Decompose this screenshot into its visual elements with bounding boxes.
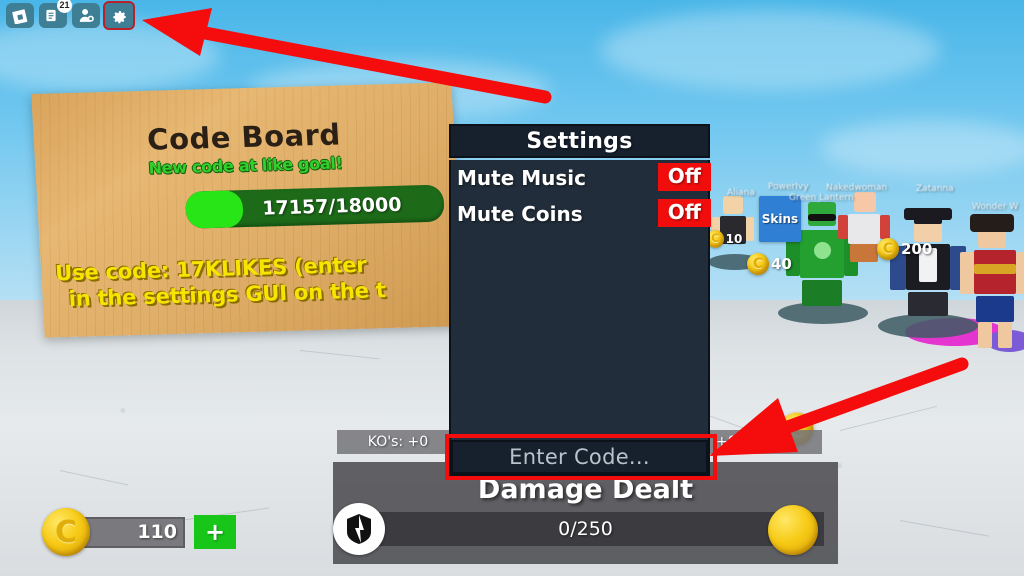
coin-icon (768, 505, 818, 555)
damage-dealt-title: Damage Dealt (477, 474, 694, 505)
npc-name-tag: Wonder W (972, 202, 1019, 212)
players-button[interactable] (72, 3, 100, 28)
roblox-menu-bar: 21 (6, 0, 133, 28)
skins-sign-label: Skins (761, 212, 799, 226)
world-coin-pickup[interactable]: 10 (706, 230, 742, 248)
world-coin-pickup[interactable]: 200 (877, 238, 932, 260)
players-icon (79, 8, 94, 22)
damage-dealt-progress-bar: 0/250 (347, 512, 824, 546)
like-goal-progress-bar: 17157/18000 (184, 184, 445, 229)
world-coin-pickup[interactable]: 40 (747, 253, 792, 275)
chat-button[interactable]: 21 (39, 0, 72, 28)
cloud (820, 120, 1024, 175)
setting-label-mute-coins: Mute Coins (457, 202, 583, 226)
npc-avatar-wonder-woman (960, 212, 1024, 352)
roblox-logo (11, 9, 27, 24)
world-coin-amount: 40 (771, 255, 792, 273)
npc-name-tag: Green Lantern (789, 193, 854, 203)
cloud (600, 10, 940, 90)
ko-counter-label: KO's: +0 (367, 434, 429, 450)
roblox-logo-button[interactable] (6, 3, 34, 28)
code-board: Code Board New code at like goal! 17157/… (31, 82, 465, 338)
npc-name-tag: PowerIvy (768, 182, 809, 192)
npc-name-tag: Nakedwoman (826, 183, 888, 193)
secondary-counter-label: +0 (716, 434, 737, 450)
npc-name-tag: Zatanna (916, 184, 954, 194)
game-screen: Skins Aliana PowerIvy Green Lantern Nake… (0, 0, 1024, 576)
toggle-mute-coins[interactable]: Off (657, 199, 711, 227)
chat-unread-badge: 21 (57, 0, 72, 13)
damage-dealt-panel: Damage Dealt 0/250 (333, 462, 838, 564)
world-coin-amount: 10 (725, 231, 743, 247)
world-coin-amount: 200 (901, 240, 933, 258)
setting-label-mute-music: Mute Music (457, 166, 586, 190)
setting-row-mute-coins: Mute Coins Off (451, 196, 711, 232)
ko-counter-chip: KO's: +0 (337, 430, 459, 454)
secondary-counter-chip: +0 (700, 430, 822, 454)
settings-gear-icon (112, 11, 126, 24)
damage-dealt-value: 0/250 (558, 518, 613, 540)
coin-icon (747, 253, 769, 275)
currency-amount: 110 (137, 521, 177, 543)
sword-icon (333, 503, 385, 555)
npc-avatar-zatanna (878, 208, 978, 338)
enter-code-placeholder: Enter Code... (509, 445, 650, 469)
toggle-mute-music[interactable]: Off (657, 163, 711, 191)
coin-icon (42, 508, 90, 556)
npc-name-tag: Aliana (727, 188, 755, 198)
setting-row-mute-music: Mute Music Off (451, 160, 711, 196)
like-goal-progress-label: 17157/18000 (261, 193, 403, 220)
add-currency-button[interactable]: + (194, 515, 236, 549)
currency-hud: 110 + (42, 508, 236, 556)
settings-panel: Settings Mute Music Off Mute Coins Off E… (445, 124, 717, 480)
enter-code-input[interactable]: Enter Code... (451, 440, 708, 474)
currency-amount-bar: 110 (80, 516, 185, 548)
settings-body: Mute Music Off Mute Coins Off Enter Code… (445, 160, 717, 480)
settings-title: Settings (526, 128, 633, 154)
settings-gear-button[interactable] (105, 3, 133, 28)
settings-title-bar: Settings (449, 124, 710, 158)
coin-icon (877, 238, 899, 260)
